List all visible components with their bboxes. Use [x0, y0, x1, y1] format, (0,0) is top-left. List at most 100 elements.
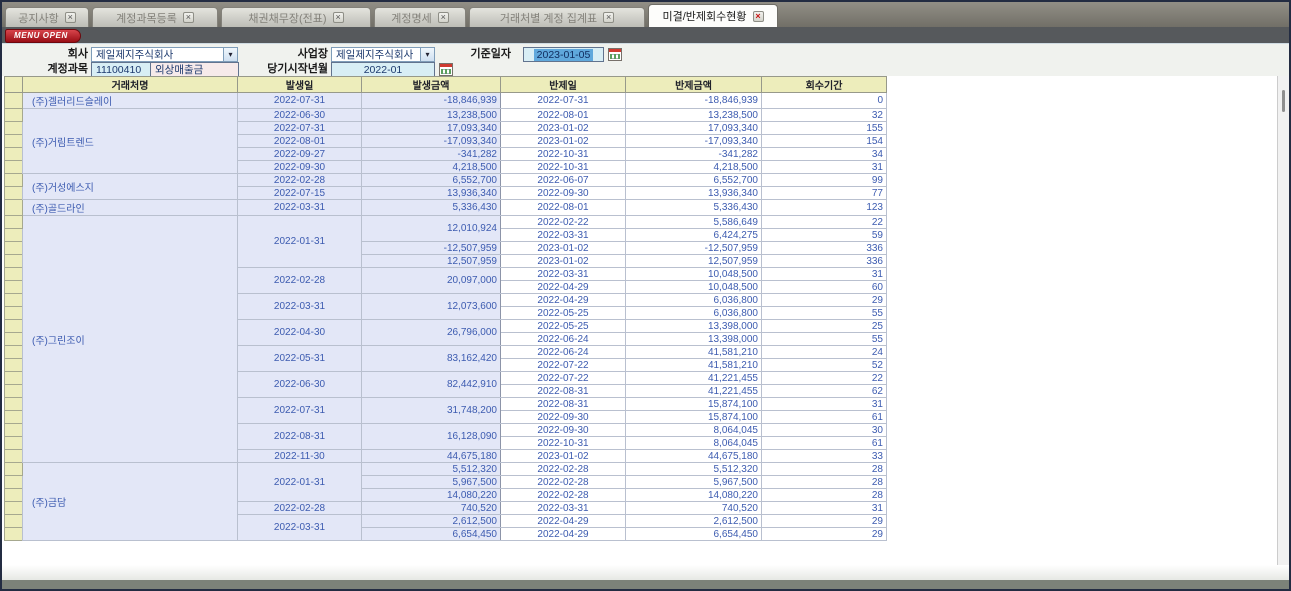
collect-days-cell[interactable]: 154: [762, 135, 887, 148]
settle-amount-cell[interactable]: -17,093,340: [626, 135, 762, 148]
occur-date-cell[interactable]: 2022-09-30: [238, 161, 362, 174]
settle-amount-cell[interactable]: 5,967,500: [626, 476, 762, 489]
settle-date-cell[interactable]: 2022-03-31: [501, 268, 626, 281]
settle-date-cell[interactable]: 2023-01-02: [501, 450, 626, 463]
settle-amount-cell[interactable]: 2,612,500: [626, 515, 762, 528]
settle-amount-cell[interactable]: 5,512,320: [626, 463, 762, 476]
settle-date-cell[interactable]: 2022-05-25: [501, 320, 626, 333]
tab-채권채무장(전표)[interactable]: 채권채무장(전표)×: [221, 7, 371, 27]
occur-amount-cell[interactable]: 12,073,600: [362, 294, 501, 320]
collect-days-cell[interactable]: 0: [762, 93, 887, 109]
base-date-input[interactable]: 2023-01-05: [523, 47, 604, 62]
row-selector-cell[interactable]: [5, 281, 23, 294]
collect-days-cell[interactable]: 32: [762, 109, 887, 122]
settle-amount-cell[interactable]: 5,586,649: [626, 216, 762, 229]
settle-amount-cell[interactable]: 15,874,100: [626, 411, 762, 424]
row-selector-cell[interactable]: [5, 424, 23, 437]
row-selector-cell[interactable]: [5, 187, 23, 200]
vertical-scrollbar[interactable]: [1277, 76, 1289, 565]
calendar-icon[interactable]: [439, 63, 453, 76]
column-header-settle-amount[interactable]: 반제금액: [626, 77, 762, 93]
settle-date-cell[interactable]: 2022-05-25: [501, 307, 626, 320]
collect-days-cell[interactable]: 59: [762, 229, 887, 242]
collect-days-cell[interactable]: 336: [762, 242, 887, 255]
row-selector-cell[interactable]: [5, 411, 23, 424]
collect-days-cell[interactable]: 123: [762, 200, 887, 216]
row-selector-cell[interactable]: [5, 242, 23, 255]
collect-days-cell[interactable]: 29: [762, 294, 887, 307]
settle-amount-cell[interactable]: -18,846,939: [626, 93, 762, 109]
occur-date-cell[interactable]: 2022-04-30: [238, 320, 362, 346]
settle-amount-cell[interactable]: 10,048,500: [626, 281, 762, 294]
collect-days-cell[interactable]: 34: [762, 148, 887, 161]
settle-amount-cell[interactable]: 5,336,430: [626, 200, 762, 216]
settle-amount-cell[interactable]: 41,581,210: [626, 359, 762, 372]
settle-date-cell[interactable]: 2022-09-30: [501, 424, 626, 437]
settle-amount-cell[interactable]: 6,036,800: [626, 294, 762, 307]
occur-amount-cell[interactable]: 4,218,500: [362, 161, 501, 174]
row-selector-cell[interactable]: [5, 216, 23, 229]
row-selector-cell[interactable]: [5, 463, 23, 476]
vertical-scrollbar-thumb[interactable]: [1282, 90, 1285, 112]
row-selector-cell[interactable]: [5, 255, 23, 268]
row-selector-cell[interactable]: [5, 502, 23, 515]
settle-date-cell[interactable]: 2022-06-24: [501, 346, 626, 359]
account-name-field[interactable]: 외상매출금: [150, 62, 239, 77]
occur-amount-cell[interactable]: 12,010,924: [362, 216, 501, 242]
tab-계정과목등록[interactable]: 계정과목등록×: [92, 7, 218, 27]
collect-days-cell[interactable]: 33: [762, 450, 887, 463]
column-header-settle-date[interactable]: 반제일: [501, 77, 626, 93]
occur-amount-cell[interactable]: 6,552,700: [362, 174, 501, 187]
row-selector-cell[interactable]: [5, 122, 23, 135]
row-selector-cell[interactable]: [5, 346, 23, 359]
settle-date-cell[interactable]: 2022-04-29: [501, 515, 626, 528]
collect-days-cell[interactable]: 29: [762, 515, 887, 528]
collect-days-cell[interactable]: 60: [762, 281, 887, 294]
collect-days-cell[interactable]: 31: [762, 161, 887, 174]
occur-date-cell[interactable]: 2022-06-30: [238, 109, 362, 122]
collect-days-cell[interactable]: 31: [762, 398, 887, 411]
customer-cell[interactable]: (주)금담: [23, 463, 238, 541]
occur-date-cell[interactable]: 2022-08-31: [238, 424, 362, 450]
tab-close-icon[interactable]: ×: [333, 12, 344, 23]
row-selector-cell[interactable]: [5, 135, 23, 148]
settle-date-cell[interactable]: 2022-08-01: [501, 200, 626, 216]
occur-date-cell[interactable]: 2022-01-31: [238, 216, 362, 268]
row-selector-cell[interactable]: [5, 398, 23, 411]
occur-amount-cell[interactable]: 740,520: [362, 502, 501, 515]
row-selector-cell[interactable]: [5, 437, 23, 450]
settle-date-cell[interactable]: 2022-04-29: [501, 528, 626, 541]
collect-days-cell[interactable]: 52: [762, 359, 887, 372]
settle-amount-cell[interactable]: 4,218,500: [626, 161, 762, 174]
collect-days-cell[interactable]: 29: [762, 528, 887, 541]
horizontal-scrollbar-track[interactable]: [2, 565, 1289, 580]
start-month-input[interactable]: 2022-01: [331, 62, 435, 77]
settle-amount-cell[interactable]: 13,398,000: [626, 333, 762, 346]
row-selector-cell[interactable]: [5, 476, 23, 489]
collect-days-cell[interactable]: 61: [762, 437, 887, 450]
row-selector-cell[interactable]: [5, 450, 23, 463]
collect-days-cell[interactable]: 28: [762, 489, 887, 502]
occur-amount-cell[interactable]: -17,093,340: [362, 135, 501, 148]
row-selector-cell[interactable]: [5, 359, 23, 372]
occur-date-cell[interactable]: 2022-03-31: [238, 200, 362, 216]
customer-cell[interactable]: (주)거림트렌드: [23, 109, 238, 174]
settle-date-cell[interactable]: 2022-04-29: [501, 294, 626, 307]
settle-amount-cell[interactable]: 17,093,340: [626, 122, 762, 135]
row-selector-cell[interactable]: [5, 307, 23, 320]
occur-date-cell[interactable]: 2022-07-15: [238, 187, 362, 200]
occur-amount-cell[interactable]: -18,846,939: [362, 93, 501, 109]
row-selector-cell[interactable]: [5, 200, 23, 216]
settle-date-cell[interactable]: 2022-08-31: [501, 398, 626, 411]
settle-amount-cell[interactable]: 740,520: [626, 502, 762, 515]
settle-amount-cell[interactable]: 41,581,210: [626, 346, 762, 359]
settle-date-cell[interactable]: 2022-08-01: [501, 109, 626, 122]
settle-date-cell[interactable]: 2022-02-28: [501, 476, 626, 489]
row-selector-cell[interactable]: [5, 229, 23, 242]
collect-days-cell[interactable]: 31: [762, 502, 887, 515]
account-code-field[interactable]: 11100410: [91, 62, 151, 77]
settle-date-cell[interactable]: 2022-09-30: [501, 187, 626, 200]
occur-amount-cell[interactable]: 5,336,430: [362, 200, 501, 216]
occur-amount-cell[interactable]: 14,080,220: [362, 489, 501, 502]
tab-close-icon[interactable]: ×: [65, 12, 76, 23]
